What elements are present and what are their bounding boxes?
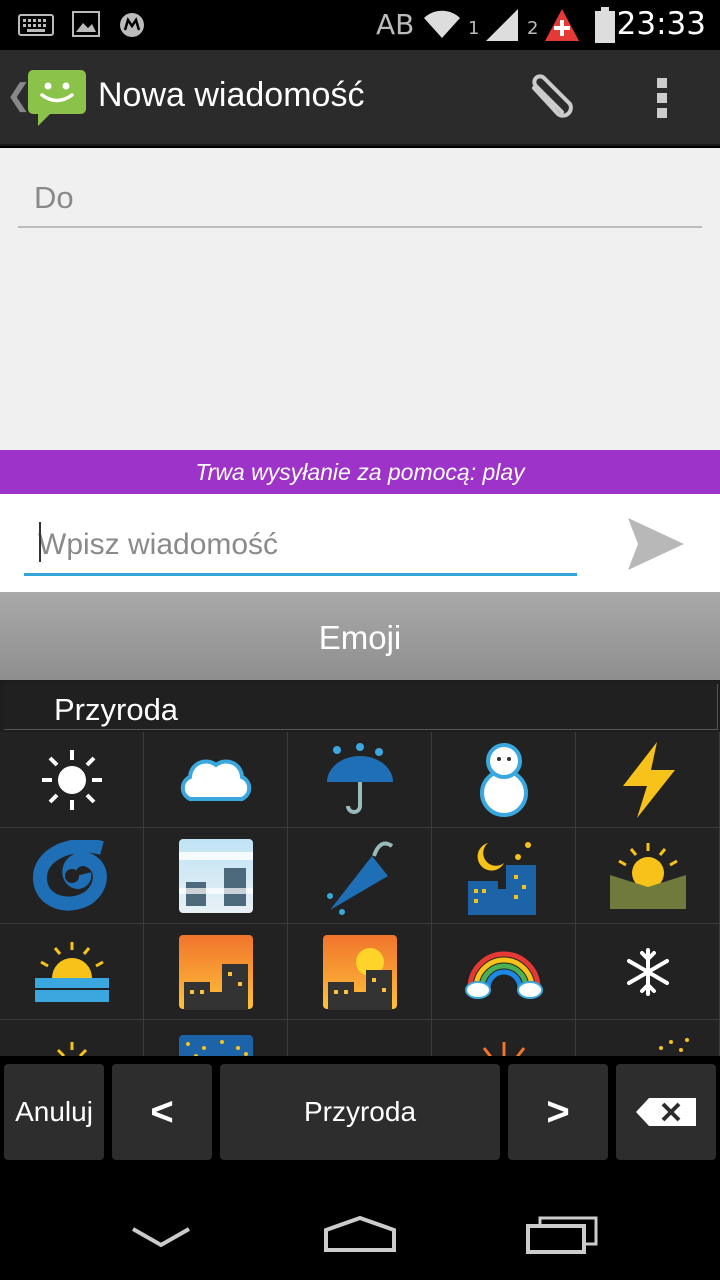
previous-category-button[interactable]: <: [112, 1064, 212, 1160]
messaging-app-icon[interactable]: [26, 66, 88, 128]
sun-icon[interactable]: [0, 732, 144, 828]
message-input[interactable]: [24, 516, 577, 576]
emoji-keyboard-bottom-row: Anuluj < Przyroda >: [0, 1056, 720, 1172]
home-icon[interactable]: [322, 1214, 398, 1254]
foggy-icon[interactable]: [144, 828, 288, 924]
recent-apps-icon[interactable]: [526, 1216, 598, 1254]
recipient-field[interactable]: [18, 170, 702, 228]
sparkler-partial-icon[interactable]: [576, 1020, 720, 1056]
sun-partial-icon[interactable]: [0, 1020, 144, 1056]
battery-icon: [595, 7, 615, 43]
network-type-label: AB: [376, 8, 415, 41]
page-title: Nowa wiadomość: [98, 76, 365, 114]
motorola-icon: [120, 13, 144, 37]
status-bar: AB 1 2 23:33: [0, 0, 720, 50]
sim1-label: 1: [468, 18, 480, 39]
city-dusk-icon[interactable]: [144, 924, 288, 1020]
send-icon[interactable]: [624, 514, 688, 574]
emoji-panel: Przyroda: [0, 680, 720, 1056]
attach-icon[interactable]: [524, 74, 580, 126]
compose-area: [0, 148, 720, 450]
lightning-icon[interactable]: [576, 732, 720, 828]
wifi-icon: [424, 10, 460, 38]
signal-icon: [486, 9, 518, 41]
umbrella-rain-icon[interactable]: [288, 732, 432, 828]
emoji-category-label: Przyroda: [4, 684, 718, 730]
backspace-icon: [636, 1098, 696, 1126]
cloud-icon[interactable]: [144, 732, 288, 828]
sunrise-mountains-icon[interactable]: [576, 828, 720, 924]
backspace-button[interactable]: [616, 1064, 716, 1160]
keyboard-icon: [18, 14, 54, 36]
night-stars-icon[interactable]: [432, 828, 576, 924]
city-sunset-icon[interactable]: [288, 924, 432, 1020]
snowflake-icon[interactable]: [576, 924, 720, 1020]
snowman-icon[interactable]: [432, 732, 576, 828]
sunrise-icon[interactable]: [0, 924, 144, 1020]
clock: 23:33: [616, 6, 706, 42]
emoji-keyboard-header: Emoji: [0, 592, 720, 680]
fireworks-partial-icon[interactable]: [432, 1020, 576, 1056]
category-button[interactable]: Przyroda: [220, 1064, 500, 1160]
hide-keyboard-icon[interactable]: [130, 1224, 192, 1250]
cyclone-icon[interactable]: [0, 828, 144, 924]
next-category-button[interactable]: >: [508, 1064, 608, 1160]
image-icon: [72, 11, 100, 37]
navigation-bar: [0, 1172, 720, 1280]
signal-alert-icon: [545, 9, 579, 41]
overflow-menu-icon[interactable]: [652, 76, 672, 120]
night-city-partial-icon[interactable]: [144, 1020, 288, 1056]
action-bar: ❮ Nowa wiadomość: [0, 50, 720, 146]
cancel-button[interactable]: Anuluj: [4, 1064, 104, 1160]
message-bar: [0, 494, 720, 592]
text-cursor: [39, 522, 41, 562]
emoji-empty-cell: [288, 1020, 432, 1056]
rainbow-icon[interactable]: [432, 924, 576, 1020]
sim2-label: 2: [527, 18, 539, 39]
closed-umbrella-icon[interactable]: [288, 828, 432, 924]
sending-via-banner: Trwa wysyłanie za pomocą: play: [0, 450, 720, 494]
